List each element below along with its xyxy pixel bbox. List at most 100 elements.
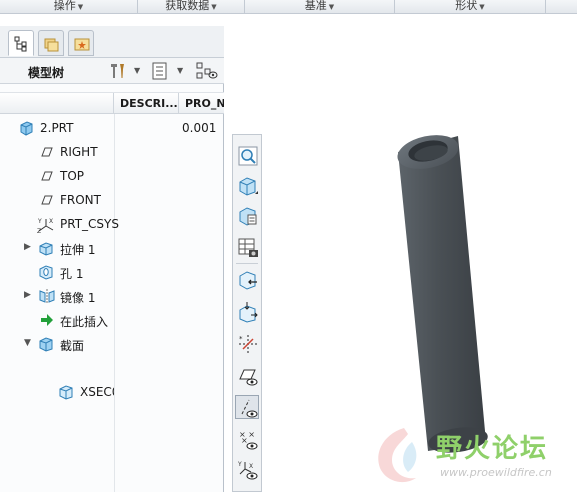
table-camera-icon <box>238 238 258 257</box>
csys-display-icon: YX <box>237 461 258 480</box>
ribbon-group-shapes[interactable]: 形状 ▼ <box>395 0 546 14</box>
navigator-tabs <box>0 26 224 58</box>
tree-row-label: 镜像 1 <box>60 291 96 305</box>
chevron-down-icon: ▼ <box>77 3 84 11</box>
column-header-name[interactable] <box>0 93 114 114</box>
tube-model[interactable] <box>394 130 489 456</box>
datum-plane-icon <box>41 195 53 205</box>
chevron-down-icon: ▼ <box>479 3 485 11</box>
xsection-icon <box>59 385 73 400</box>
point-display-button[interactable]: × × × <box>235 427 259 451</box>
ribbon-group-datum[interactable]: 基准 ▼ <box>245 0 395 14</box>
tree-row[interactable]: ▶ 镜像 1 <box>0 284 224 308</box>
column-header-pro-mp-density[interactable]: PRO_N <box>179 93 224 114</box>
column-header-description[interactable]: DESCRI... <box>114 93 179 114</box>
watermark: 野火论坛 www.proewildfire.cn <box>364 420 577 492</box>
saved-orientations-button[interactable] <box>235 173 259 197</box>
plane-display-icon <box>239 369 258 386</box>
ribbon-group-label: 操作 <box>53 0 76 12</box>
cube-insert-icon <box>239 302 258 323</box>
tree-row-label: 在此插入 <box>60 315 109 329</box>
svg-text:Y: Y <box>237 461 242 468</box>
tree-row-label: RIGHT <box>60 145 98 159</box>
chevron-down-icon[interactable]: ▼ <box>177 66 183 75</box>
show-hide-icon[interactable] <box>196 62 218 80</box>
tree-row[interactable]: 孔 1 <box>0 260 224 284</box>
ribbon-group-label: 基准 <box>304 0 327 12</box>
favorites-icon <box>74 38 90 51</box>
mirror-icon <box>39 289 55 304</box>
zoom-icon <box>238 146 258 166</box>
watermark-brand: 野火论坛 <box>436 434 549 464</box>
tree-row-value: 0.001 <box>182 121 217 135</box>
tree-row[interactable]: XSEC0 <box>0 380 224 404</box>
tree-row[interactable]: ▼ 截面 <box>0 332 224 356</box>
tree-column-header: DESCRI... PRO_N <box>0 92 224 114</box>
zoom-to-fit-button[interactable] <box>235 143 259 167</box>
axis-display-icon <box>241 399 258 418</box>
ribbon-group-label: 获取数据 <box>165 0 210 12</box>
section-folder-icon <box>39 337 53 352</box>
tree-row[interactable]: FRONT <box>0 188 224 212</box>
tree-row[interactable]: ▶ 拉伸 1 <box>0 236 224 260</box>
plane-display-button[interactable] <box>235 363 259 387</box>
hole-icon <box>39 265 53 280</box>
ribbon-group-get-data[interactable]: 获取数据 ▼ <box>138 0 245 14</box>
view-toolbar: * × × × YX <box>232 134 262 492</box>
tree-row[interactable]: RIGHT <box>0 140 224 164</box>
tab-favorites[interactable] <box>68 30 94 56</box>
spin-center-icon: * <box>239 335 257 353</box>
tree-row-label: 截面 <box>60 339 85 353</box>
tree-row-label: PRT_CSYS <box>60 217 119 231</box>
csys-display-button[interactable]: YX <box>235 457 259 481</box>
spin-center-button[interactable]: * <box>235 331 259 355</box>
datum-plane-icon <box>41 147 53 157</box>
named-views-button[interactable] <box>235 203 259 227</box>
datum-plane-icon <box>41 171 53 181</box>
tools-icon[interactable] <box>108 62 128 80</box>
tree-row[interactable]: 在此插入 <box>0 308 224 332</box>
model-tree-toolbar: 模型树 ▼ ▼ <box>0 58 224 84</box>
watermark-url: www.proewildfire.cn <box>440 466 552 479</box>
ribbon-group-label: 形状 <box>455 0 478 12</box>
model-tree: 2.PRT 0.001 RIGHT TOP FRONT YX Z PRT_CSYS… <box>0 114 224 492</box>
tab-folder-browser[interactable] <box>38 30 64 56</box>
cube-view-icon <box>239 177 258 196</box>
tree-row[interactable]: 2.PRT 0.001 <box>0 116 224 140</box>
view-manager-button[interactable] <box>235 267 259 291</box>
extrude-icon <box>39 242 53 256</box>
ribbon-group-bar: 操作 ▼ 获取数据 ▼ 基准 ▼ 形状 ▼ <box>0 0 577 14</box>
tree-row[interactable]: YX Z PRT_CSYS <box>0 212 224 236</box>
tree-row-label: TOP <box>60 169 85 183</box>
tree-row-label: FRONT <box>60 193 101 207</box>
chevron-down-icon: ▼ <box>211 3 217 11</box>
svg-text:X: X <box>249 463 253 470</box>
expand-arrow-icon[interactable]: ▶ <box>24 242 31 252</box>
expand-arrow-icon[interactable]: ▶ <box>24 290 31 300</box>
repaint-button[interactable] <box>235 299 259 323</box>
chevron-down-icon[interactable]: ▼ <box>134 66 140 75</box>
svg-text:Y: Y <box>37 218 42 225</box>
chevron-down-icon: ▼ <box>328 3 335 11</box>
named-view-icon <box>239 207 257 226</box>
tree-row[interactable]: TOP <box>0 164 224 188</box>
navigator-panel: 模型树 ▼ ▼ DESCRI... PRO_N 2.PRT 0.001 RIGH… <box>0 26 224 492</box>
tab-model-tree[interactable] <box>8 30 34 56</box>
tree-row-label: XSEC0 <box>80 385 114 399</box>
svg-text:*: * <box>239 335 243 343</box>
insert-here-icon <box>41 314 53 326</box>
csys-icon: Y X Z <box>37 218 54 234</box>
model-tree-title: 模型树 <box>28 66 65 80</box>
tree-row-label: 拉伸 1 <box>60 243 96 257</box>
svg-text:X: X <box>49 218 53 225</box>
display-style-button[interactable] <box>235 235 259 259</box>
settings-list-icon[interactable] <box>151 62 169 80</box>
expand-arrow-icon[interactable]: ▼ <box>24 338 31 348</box>
svg-text:Z: Z <box>37 228 41 234</box>
tree-icon <box>14 36 27 52</box>
tree-row-label: 孔 1 <box>60 267 84 281</box>
ribbon-group-operations[interactable]: 操作 ▼ <box>0 0 138 14</box>
toolbar-separator <box>236 263 258 264</box>
folder-icon <box>44 38 59 52</box>
axis-display-button[interactable] <box>235 395 259 419</box>
